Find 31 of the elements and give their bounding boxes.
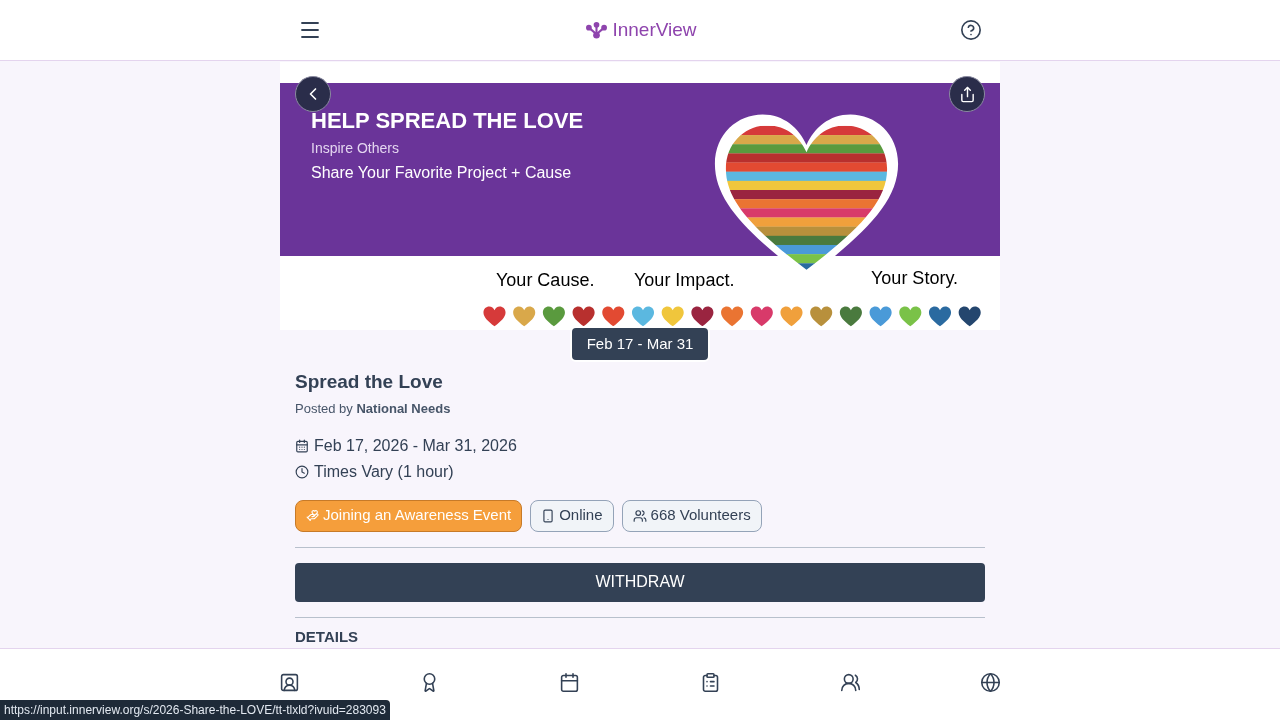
share-icon [958,85,976,103]
volunteers-tag[interactable]: 668 Volunteers [621,499,762,532]
share-button[interactable] [949,76,985,112]
calendar-icon [295,438,309,453]
section-heading: DETAILS [295,626,360,647]
hands-icon [306,509,319,522]
calendar-tab[interactable] [559,672,581,693]
logo-icon [585,20,609,40]
online-tag[interactable]: Online [530,499,614,532]
posted-by-text: Posted by National Needs [295,400,452,418]
event-dates: Feb 17, 2026 - Mar 31, 2026 [314,435,517,456]
banner-caption: Your Cause. [496,269,595,292]
event-title: Spread the Love [295,369,444,394]
banner-caption: Your Story. [871,267,959,290]
clock-icon [295,464,309,479]
status-url: https://input.innerview.org/s/2026-Share-the-LOVE/tt-tlxld?ivuid=283093 [0,700,390,720]
logo-text: InnerView [612,17,697,42]
groups-tab[interactable] [839,672,861,693]
profile-tab[interactable] [279,672,300,693]
date-badge: Feb 17 - Mar 31 [569,326,711,362]
banner-caption: Your Impact. [634,269,735,292]
banner-subtitle: Inspire Others [311,139,400,158]
explore-tab[interactable] [979,672,1001,693]
phone-icon [541,508,556,523]
back-button[interactable] [295,76,331,112]
banner-headline: HELP SPREAD THE LOVE [311,107,584,135]
withdraw-button[interactable]: WITHDRAW [295,562,985,602]
people-icon [632,508,647,523]
event-times: Times Vary (1 hour) [314,461,454,482]
banner-tagline: Share Your Favorite Project + Cause [311,163,573,183]
help-button[interactable] [960,19,982,41]
